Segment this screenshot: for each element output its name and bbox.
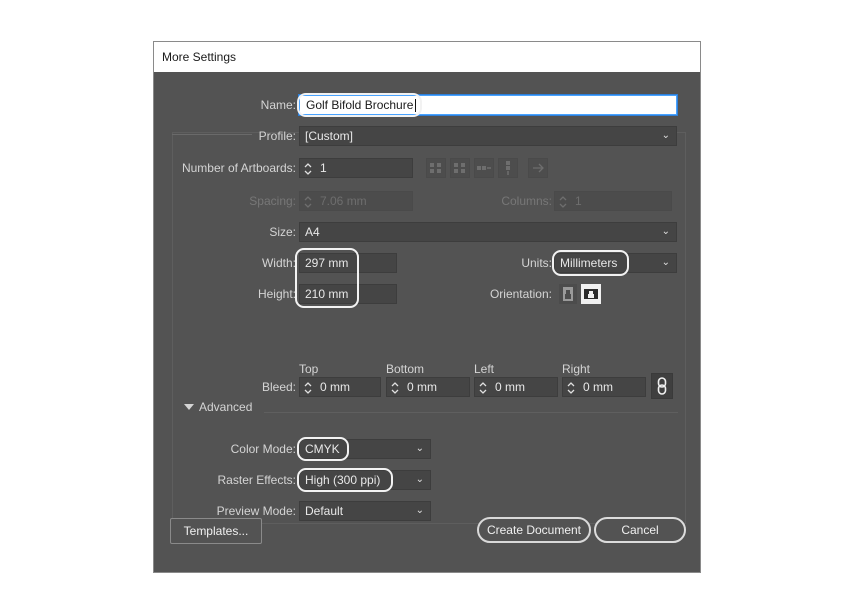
profile-select[interactable]: [Custom] ⌄	[299, 126, 677, 146]
bleed-top-value: 0 mm	[320, 380, 350, 394]
chain-link-icon[interactable]	[651, 373, 673, 399]
stepper-arrows-icon	[303, 195, 313, 209]
name-label: Name:	[260, 98, 296, 112]
right-to-left-layout-icon[interactable]	[528, 158, 548, 178]
bleed-right-value: 0 mm	[583, 380, 613, 394]
advanced-label: Advanced	[199, 400, 253, 414]
advanced-toggle[interactable]: Advanced	[184, 400, 252, 414]
bleed-bottom-stepper[interactable]: 0 mm	[386, 377, 470, 397]
dialog-content: Name: Golf Bifold Brochure Profile: [Cus…	[154, 72, 700, 572]
arrange-by-row-icon[interactable]	[474, 158, 494, 178]
columns-label: Columns:	[501, 194, 552, 208]
units-select[interactable]: Millimeters ⌄	[554, 253, 677, 273]
bleed-right-label: Right	[562, 362, 591, 376]
spacing-stepper[interactable]: 7.06 mm	[299, 191, 413, 211]
artboards-stepper[interactable]: 1	[299, 158, 413, 178]
advanced-separator	[264, 412, 678, 413]
stepper-arrows-icon[interactable]	[390, 381, 400, 395]
width-label: Width:	[261, 256, 296, 270]
columns-value: 1	[575, 194, 582, 208]
spacing-label: Spacing:	[249, 194, 296, 208]
text-caret	[415, 99, 416, 112]
profile-label: Profile:	[258, 129, 296, 143]
units-label: Units:	[521, 256, 552, 270]
units-value: Millimeters	[560, 256, 618, 270]
raster-effects-value: High (300 ppi)	[305, 473, 381, 487]
color-mode-select[interactable]: CMYK ⌄	[299, 439, 431, 459]
stepper-arrows-icon[interactable]	[303, 162, 313, 176]
color-mode-label: Color Mode:	[230, 442, 296, 456]
size-value: A4	[305, 225, 320, 239]
stepper-arrows-icon[interactable]	[566, 381, 576, 395]
preview-mode-value: Default	[305, 504, 344, 518]
chevron-down-icon: ⌄	[661, 130, 670, 141]
chevron-down-icon: ⌄	[661, 257, 670, 268]
orientation-label: Orientation:	[489, 287, 552, 301]
bleed-bottom-value: 0 mm	[407, 380, 437, 394]
bleed-right-stepper[interactable]: 0 mm	[562, 377, 646, 397]
height-label: Height:	[257, 287, 296, 301]
bleed-left-value: 0 mm	[495, 380, 525, 394]
size-label: Size:	[269, 225, 296, 239]
raster-effects-label: Raster Effects:	[217, 473, 296, 487]
more-settings-dialog: More Settings Name: Golf Bifold Brochure…	[153, 41, 701, 573]
profile-value: [Custom]	[305, 129, 354, 143]
arrange-by-column-icon[interactable]	[498, 158, 518, 178]
bleed-label: Bleed:	[261, 380, 296, 394]
cancel-button[interactable]: Cancel	[594, 517, 686, 543]
preview-mode-select[interactable]: Default ⌄	[299, 501, 431, 521]
name-input[interactable]: Golf Bifold Brochure	[299, 95, 677, 115]
size-select[interactable]: A4 ⌄	[299, 222, 677, 242]
grid-by-column-icon[interactable]	[450, 158, 470, 178]
artboards-value: 1	[320, 161, 327, 175]
bleed-bottom-label: Bottom	[386, 362, 425, 376]
color-mode-value: CMYK	[305, 442, 340, 456]
name-value: Golf Bifold Brochure	[306, 98, 414, 112]
artboards-label: Number of Artboards:	[181, 161, 296, 175]
bleed-left-stepper[interactable]: 0 mm	[474, 377, 558, 397]
stepper-arrows-icon	[558, 195, 568, 209]
triangle-down-icon	[184, 404, 194, 410]
grid-by-row-icon[interactable]	[426, 158, 446, 178]
raster-effects-select[interactable]: High (300 ppi) ⌄	[299, 470, 431, 490]
chevron-down-icon: ⌄	[415, 474, 424, 485]
bleed-top-label: Top	[299, 362, 319, 376]
bleed-top-stepper[interactable]: 0 mm	[299, 377, 381, 397]
dialog-title: More Settings	[154, 42, 700, 72]
width-input[interactable]: 297 mm	[299, 253, 397, 273]
chevron-down-icon: ⌄	[661, 226, 670, 237]
stepper-arrows-icon[interactable]	[303, 381, 313, 395]
width-value: 297 mm	[305, 256, 349, 270]
spacing-value: 7.06 mm	[320, 194, 367, 208]
stepper-arrows-icon[interactable]	[478, 381, 488, 395]
bleed-left-label: Left	[474, 362, 495, 376]
portrait-orientation-icon[interactable]	[559, 284, 577, 304]
height-input[interactable]: 210 mm	[299, 284, 397, 304]
landscape-orientation-icon[interactable]	[581, 284, 601, 304]
create-document-button[interactable]: Create Document	[477, 517, 591, 543]
chevron-down-icon: ⌄	[415, 443, 424, 454]
chevron-down-icon: ⌄	[415, 505, 424, 516]
columns-stepper[interactable]: 1	[554, 191, 672, 211]
templates-button[interactable]: Templates...	[170, 518, 262, 544]
height-value: 210 mm	[305, 287, 349, 301]
